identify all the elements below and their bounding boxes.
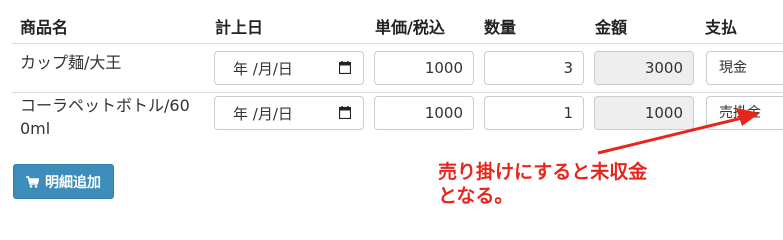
annotation-text: 売り掛けにすると未収金 となる。	[438, 160, 647, 208]
annotation-arrow	[597, 108, 760, 155]
annotation-line1: 売り掛けにすると未収金	[438, 161, 648, 183]
annotation-line2: となる。	[438, 185, 514, 207]
